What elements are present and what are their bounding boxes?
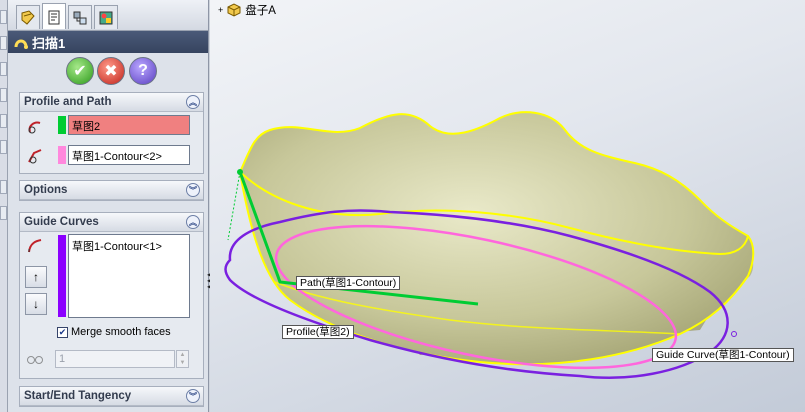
guide-curves-group: Guide Curves ︽ 草图1-Contour<1> ↑ ↓ ✔ Merg…: [19, 212, 204, 379]
merge-smooth-label: Merge smooth faces: [71, 326, 171, 338]
feature-title-bar: 扫描1: [8, 31, 208, 53]
configuration-icon: [73, 11, 87, 24]
profile-and-path-header[interactable]: Profile and Path ︽: [20, 93, 203, 112]
strip-tool-icon[interactable]: [0, 140, 7, 154]
question-icon: ?: [138, 62, 148, 79]
strip-tool-icon[interactable]: [0, 10, 7, 24]
profile-selection-field[interactable]: 草图2: [68, 115, 190, 135]
guide-curves-list[interactable]: 草图1-Contour<1>: [68, 234, 190, 318]
list-item[interactable]: 草图1-Contour<1>: [72, 238, 186, 254]
property-icon: [48, 10, 60, 24]
tab-property-manager[interactable]: [42, 3, 66, 29]
expand-down-icon[interactable]: ︾: [186, 183, 200, 197]
left-toolbar-strip: [0, 0, 8, 412]
tab-configuration-manager[interactable]: [68, 5, 92, 29]
path-sketch-icon: [23, 144, 47, 168]
tangency-header[interactable]: Start/End Tangency ︾: [20, 387, 203, 406]
merge-smooth-checkbox[interactable]: ✔: [57, 327, 68, 338]
path-callout[interactable]: Path(草图1-Contour): [296, 276, 401, 290]
manager-tabs: [8, 0, 208, 31]
strip-tool-icon[interactable]: [0, 206, 7, 220]
sweep-feature-icon: [14, 39, 28, 49]
group-title: Profile and Path: [24, 96, 112, 108]
help-button[interactable]: ?: [129, 57, 157, 85]
action-buttons: ✔ ✖ ?: [8, 57, 208, 87]
collapse-up-icon[interactable]: ︽: [186, 95, 200, 109]
arrow-down-icon: ↓: [33, 297, 39, 311]
tangency-group: Start/End Tangency ︾: [19, 386, 204, 407]
arrow-up-icon: ↑: [33, 270, 39, 284]
graphics-area[interactable]: + 盘子A Path(草图1-Contour) Profile(草图2) Gui…: [210, 0, 805, 412]
profile-callout[interactable]: Profile(草图2): [282, 325, 354, 339]
display-manager-icon: [99, 11, 113, 24]
property-manager-panel: 扫描1 ✔ ✖ ? Profile and Path ︽ 草图2 草图1-Con…: [8, 0, 209, 412]
ok-button[interactable]: ✔: [66, 57, 94, 85]
spinner-arrows[interactable]: ▲ ▼: [176, 350, 189, 368]
profile-and-path-group: Profile and Path ︽ 草图2 草图1-Contour<2>: [19, 92, 204, 174]
strip-tool-icon[interactable]: [0, 62, 7, 76]
feature-tree-icon: [21, 9, 35, 25]
strip-tool-icon[interactable]: [0, 180, 7, 194]
guide-curve-icon: [23, 234, 47, 258]
profile-color-swatch: [58, 116, 66, 134]
cancel-button[interactable]: ✖: [97, 57, 125, 85]
group-title: Guide Curves: [24, 216, 99, 228]
guide-curves-header[interactable]: Guide Curves ︽: [20, 213, 203, 232]
guide-color-swatch: [58, 235, 66, 317]
expand-down-icon[interactable]: ︾: [186, 389, 200, 403]
profile-sketch-icon: [23, 115, 47, 139]
move-down-button[interactable]: ↓: [25, 293, 47, 315]
options-group: Options ︾: [19, 180, 204, 201]
move-up-button[interactable]: ↑: [25, 266, 47, 288]
tab-feature-manager[interactable]: [16, 5, 40, 29]
strip-tool-icon[interactable]: [0, 88, 7, 102]
strip-tool-icon[interactable]: [0, 114, 7, 128]
strip-tool-icon[interactable]: [0, 36, 7, 50]
options-header[interactable]: Options ︾: [20, 181, 203, 200]
guide-curve-callout[interactable]: Guide Curve(草图1-Contour): [652, 348, 794, 362]
collapse-up-icon[interactable]: ︽: [186, 215, 200, 229]
group-title: Start/End Tangency: [24, 390, 132, 402]
checkmark-icon: ✔: [73, 63, 87, 80]
feature-title: 扫描1: [32, 35, 66, 51]
tab-display-manager[interactable]: [94, 5, 118, 29]
close-icon: ✖: [104, 63, 118, 80]
group-title: Options: [24, 184, 68, 196]
path-color-swatch: [58, 146, 66, 164]
glasses-icon[interactable]: [23, 347, 47, 371]
path-selection-field[interactable]: 草图1-Contour<2>: [68, 145, 190, 165]
section-count-spinner[interactable]: 1: [55, 350, 175, 368]
